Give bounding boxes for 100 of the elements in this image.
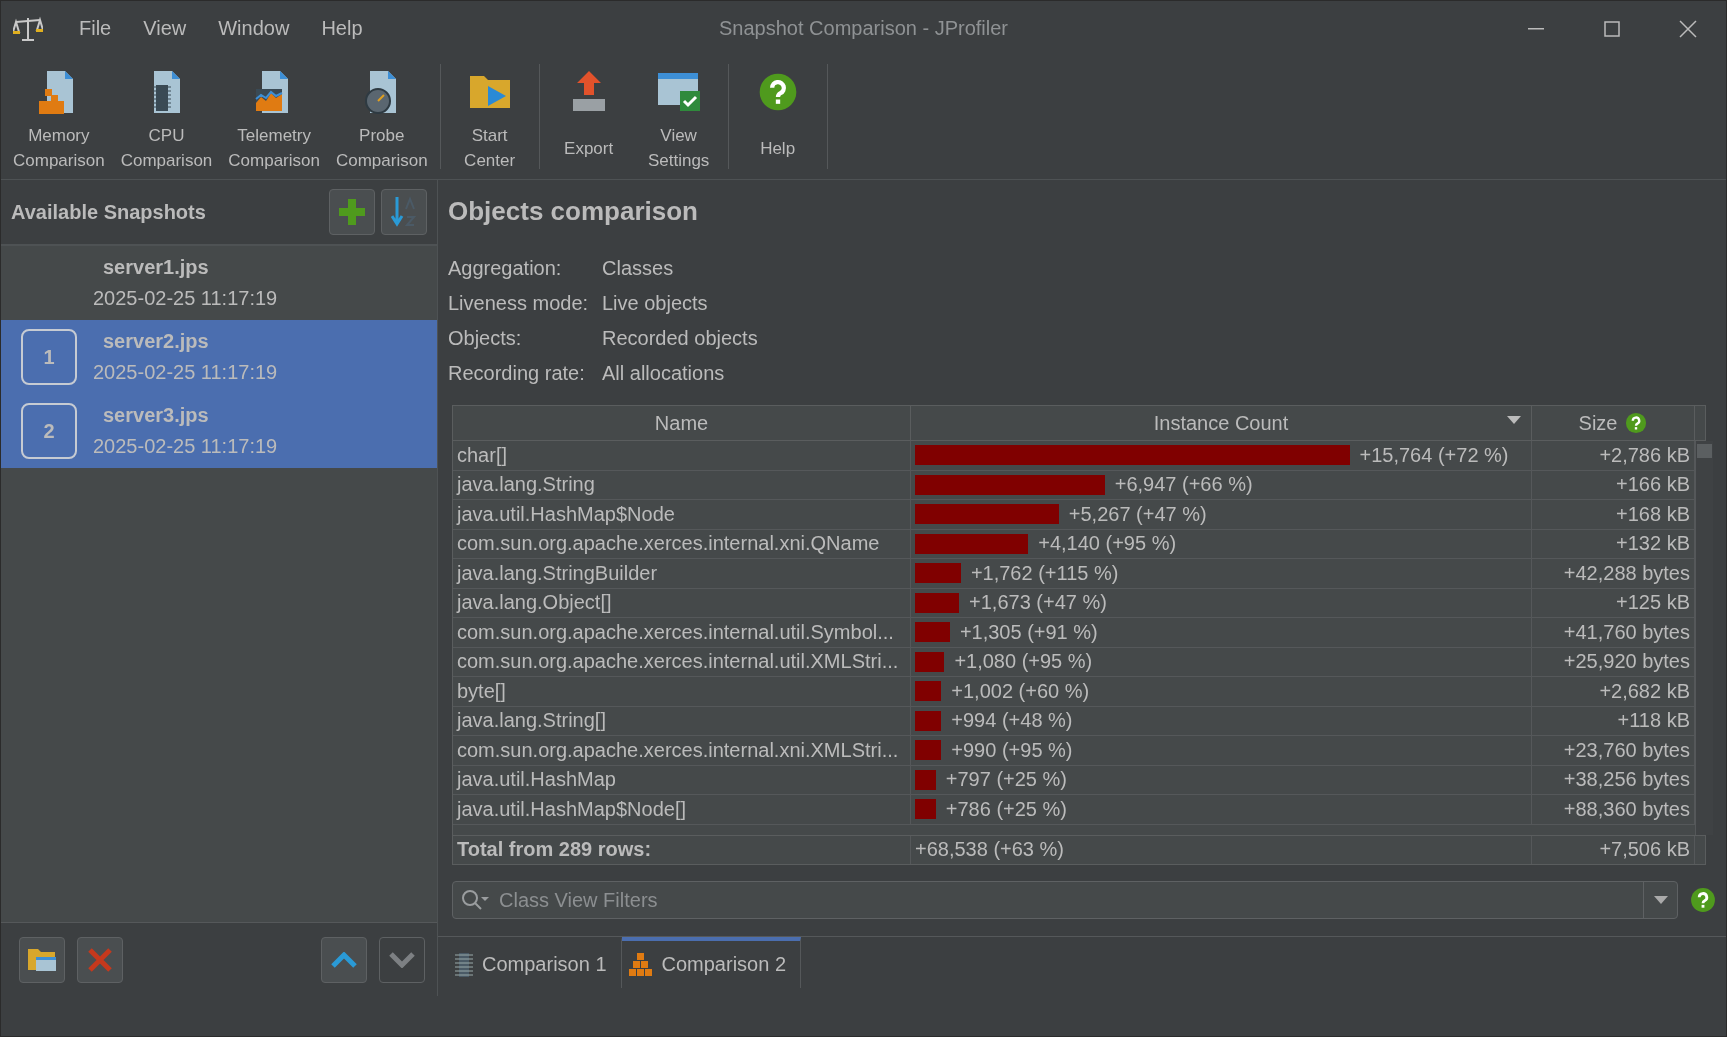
toolbar-button[interactable]: CPU Comparison bbox=[112, 64, 221, 176]
count-text: +1,673 (+47 %) bbox=[969, 591, 1107, 615]
table-cell: char[] bbox=[453, 441, 911, 470]
cubes-icon bbox=[627, 952, 654, 977]
scrollbar-thumb[interactable] bbox=[1697, 444, 1712, 458]
panel-title: Objects comparison bbox=[448, 196, 699, 227]
table-row[interactable]: com.sun.org.apache.xerces.internal.util.XMLStri... +1,080 (+95 %) +25,920 bytes bbox=[453, 647, 1695, 677]
count-text: +15,764 (+72 %) bbox=[1359, 443, 1509, 467]
open-button[interactable] bbox=[19, 936, 65, 983]
column-header[interactable]: Size bbox=[1532, 406, 1695, 440]
window-title: Snapshot Comparison - JProfiler bbox=[719, 17, 1008, 40]
menu-item[interactable]: Window bbox=[202, 13, 306, 44]
table-cell: byte[] bbox=[453, 677, 911, 706]
toolbar-button[interactable]: Export bbox=[543, 64, 634, 176]
move-up-button[interactable] bbox=[321, 936, 367, 983]
count-text: +6,947 (+66 %) bbox=[1114, 473, 1253, 497]
minimize-icon bbox=[1528, 27, 1544, 30]
table-row[interactable]: java.lang.Object[] +1,673 (+47 %) +125 kB bbox=[453, 588, 1695, 618]
help-icon[interactable] bbox=[1690, 887, 1716, 913]
property-value: Live objects bbox=[602, 292, 708, 315]
table-row[interactable]: java.lang.String +6,947 (+66 %) +166 kB bbox=[453, 470, 1695, 500]
table-cell: java.util.HashMap$Node bbox=[453, 500, 911, 529]
table-row[interactable]: com.sun.org.apache.xerces.internal.xni.XMLStri... +990 (+95 %) +23,760 bytes bbox=[453, 736, 1695, 766]
snapshot-number: 2 bbox=[21, 403, 77, 459]
help-icon[interactable] bbox=[1625, 412, 1648, 434]
count-text: +4,140 (+95 %) bbox=[1038, 532, 1177, 556]
table-cell: java.lang.Object[] bbox=[453, 588, 911, 617]
property-label: Recording rate: bbox=[448, 362, 585, 385]
cross-icon bbox=[87, 946, 113, 973]
caret-down-icon bbox=[1653, 896, 1668, 904]
snapshot-date: 2025-02-25 11:17:19 bbox=[93, 435, 278, 458]
snapshot-number: 1 bbox=[21, 329, 77, 385]
count-text: +994 (+48 %) bbox=[951, 709, 1073, 733]
table-cell: com.sun.org.apache.xerces.internal.xni.XMLStri... bbox=[453, 736, 911, 765]
column-header[interactable]: Name bbox=[453, 406, 911, 440]
toolbar-button[interactable]: Start Center bbox=[444, 64, 535, 176]
plus-icon bbox=[339, 199, 365, 225]
table-cell: com.sun.org.apache.xerces.internal.xni.QName bbox=[453, 529, 911, 558]
table-cell: com.sun.org.apache.xerces.internal.util.XMLStri... bbox=[453, 647, 911, 676]
delete-button[interactable] bbox=[77, 936, 123, 983]
table-row[interactable]: java.util.HashMap$Node[] +786 (+25 %) +88,360 bytes bbox=[453, 795, 1695, 825]
column-header[interactable]: Instance Count bbox=[911, 406, 1532, 440]
scrollbar[interactable] bbox=[1695, 441, 1713, 835]
snapshot-name: server2.jps bbox=[102, 330, 210, 353]
add-button[interactable] bbox=[329, 189, 375, 235]
count-text: +1,002 (+60 %) bbox=[951, 679, 1090, 703]
table-row[interactable]: char[] +15,764 (+72 %) +2,786 kB bbox=[453, 441, 1695, 471]
toolbar-button[interactable]: View Settings bbox=[633, 64, 724, 176]
menu-item[interactable]: View bbox=[127, 13, 203, 44]
snapshot-date: 2025-02-25 11:17:19 bbox=[93, 361, 278, 384]
chevron-up-icon bbox=[331, 951, 357, 968]
help-icon[interactable] bbox=[757, 72, 798, 112]
snapshot-item[interactable]: 2 server3.jps 2025-02-25 11:17:19 bbox=[1, 394, 437, 468]
count-text: +1,305 (+91 %) bbox=[959, 620, 1098, 644]
count-text: +797 (+25 %) bbox=[945, 768, 1067, 792]
snapshot-name: server3.jps bbox=[102, 404, 210, 427]
chevron-down-icon bbox=[389, 951, 415, 968]
snapshot-date: 2025-02-25 11:17:19 bbox=[93, 287, 278, 310]
table-cell: +68,538 (+63 %) bbox=[911, 835, 1532, 864]
chip-icon bbox=[454, 951, 474, 978]
view-tab[interactable]: Comparison 1 bbox=[448, 937, 622, 988]
toolbar-button[interactable]: Telemetry Comparison bbox=[220, 64, 328, 176]
folder-icon bbox=[27, 946, 57, 973]
table-cell: java.lang.StringBuilder bbox=[453, 559, 911, 588]
table-row[interactable]: com.sun.org.apache.xerces.internal.xni.QName +4,140 (+95 %) +132 kB bbox=[453, 529, 1695, 559]
table-row[interactable]: com.sun.org.apache.xerces.internal.util.Symbol... +1,305 (+91 %) +41,760 bytes bbox=[453, 618, 1695, 648]
count-text: +1,080 (+95 %) bbox=[954, 650, 1093, 674]
toolbar-button[interactable]: Memory Comparison bbox=[5, 64, 113, 176]
toolbar-button[interactable]: Help bbox=[732, 64, 823, 176]
table-row[interactable]: java.lang.String[] +994 (+48 %) +118 kB bbox=[453, 706, 1695, 736]
property-label: Liveness mode: bbox=[448, 292, 589, 315]
close-icon bbox=[1679, 19, 1697, 38]
table-cell: +7,506 kB bbox=[1532, 835, 1695, 864]
table-row[interactable]: byte[] +1,002 (+60 %) +2,682 kB bbox=[453, 677, 1695, 707]
sort-down-icon bbox=[391, 195, 417, 229]
table-row[interactable]: java.util.HashMap +797 (+25 %) +38,256 bytes bbox=[453, 765, 1695, 795]
property-value: All allocations bbox=[602, 362, 725, 385]
table-cell: java.lang.String bbox=[453, 470, 911, 499]
menu-item[interactable]: Help bbox=[305, 13, 379, 44]
filter-field[interactable]: Class View Filters bbox=[452, 881, 1678, 919]
table-cell: com.sun.org.apache.xerces.internal.util.Symbol... bbox=[453, 618, 911, 647]
table-row[interactable]: java.util.HashMap$Node +5,267 (+47 %) +168 kB bbox=[453, 500, 1695, 530]
move-down-button[interactable] bbox=[379, 936, 425, 983]
view-tab[interactable]: Comparison 2 bbox=[621, 937, 802, 988]
count-text: +990 (+95 %) bbox=[951, 738, 1073, 762]
sort-button[interactable] bbox=[381, 189, 427, 235]
toolbar-button[interactable]: Probe Comparison bbox=[327, 64, 436, 176]
property-value: Classes bbox=[602, 257, 674, 280]
table-row[interactable]: java.lang.StringBuilder +1,762 (+115 %) +42,288 bytes bbox=[453, 559, 1695, 589]
maximize-icon bbox=[1604, 20, 1620, 37]
property-label: Objects: bbox=[448, 327, 522, 350]
table-cell: java.util.HashMap$Node[] bbox=[453, 795, 911, 824]
property-value: Recorded objects bbox=[602, 327, 758, 350]
count-text: +5,267 (+47 %) bbox=[1068, 502, 1207, 526]
table-cell: Total from 289 rows: bbox=[453, 835, 911, 864]
filter-input[interactable]: Class View Filters bbox=[497, 887, 1643, 913]
sort-caret-icon bbox=[1507, 416, 1521, 424]
menu-item[interactable]: File bbox=[63, 13, 128, 44]
snapshot-item[interactable]: 1 server2.jps 2025-02-25 11:17:19 bbox=[1, 320, 437, 394]
sidebar-title: Available Snapshots bbox=[11, 200, 207, 224]
